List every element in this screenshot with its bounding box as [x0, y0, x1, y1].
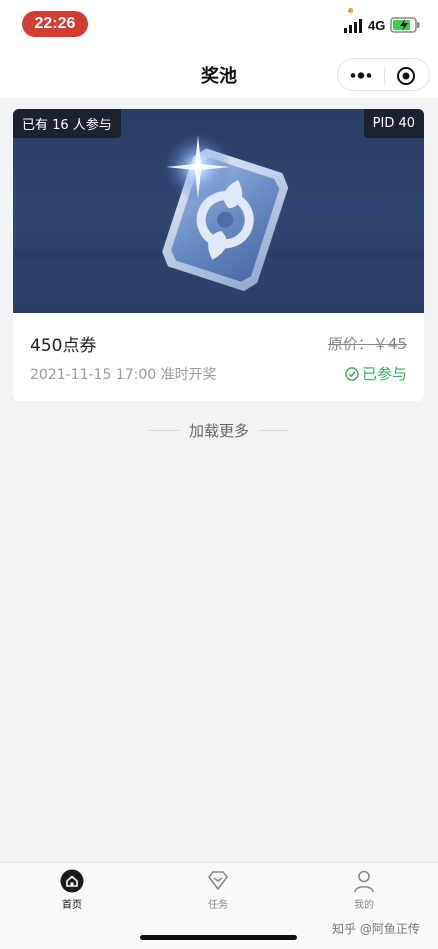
diamond-icon	[208, 871, 228, 890]
joined-status-label: 已参与	[361, 365, 407, 383]
original-price: 原价：￥45	[327, 335, 407, 353]
tab-task[interactable]: 任务	[178, 869, 258, 919]
tab-home[interactable]: 首页	[32, 869, 112, 919]
more-icon[interactable]	[348, 67, 374, 84]
load-more-divider-right	[259, 429, 289, 431]
nav-bar: 奖池	[0, 48, 438, 98]
tab-task-label: 任务	[208, 900, 228, 911]
status-bar: 22:26 4G	[0, 0, 438, 48]
tab-mine-label: 我的	[354, 900, 374, 911]
coupon-card-icon	[13, 133, 424, 292]
load-more[interactable]: 加载更多	[0, 418, 438, 442]
tab-home-label: 首页	[62, 900, 82, 911]
status-time: 22:26	[22, 11, 88, 37]
user-icon	[354, 870, 374, 893]
pid-badge: PID 40	[363, 109, 424, 138]
mini-program-capsule	[337, 58, 430, 91]
signal-icon	[344, 19, 362, 33]
load-more-divider-left	[148, 429, 179, 431]
tab-mine[interactable]: 我的	[324, 869, 404, 919]
prize-banner: 已有 16 人参与 PID 40	[13, 109, 424, 313]
load-more-label: 加载更多	[188, 421, 249, 440]
close-target-icon[interactable]	[396, 66, 416, 86]
capsule-divider	[384, 67, 385, 84]
prize-name: 450点券	[30, 336, 97, 356]
participants-badge: 已有 16 人参与	[13, 109, 121, 138]
prize-card[interactable]: 已有 16 人参与 PID 40 450点券 原价：￥45 2021-11-15…	[13, 109, 424, 401]
battery-charging-icon	[390, 17, 420, 33]
draw-time: 2021-11-15 17:00 准时开奖	[30, 367, 217, 383]
check-circle-icon	[345, 366, 359, 381]
home-indicator	[140, 935, 297, 940]
watermark: 知乎 @阿鱼正传	[332, 922, 420, 936]
recording-indicator-dot	[348, 8, 353, 13]
home-icon	[60, 869, 84, 893]
network-label: 4G	[368, 18, 386, 33]
joined-status: 已参与	[345, 363, 407, 384]
